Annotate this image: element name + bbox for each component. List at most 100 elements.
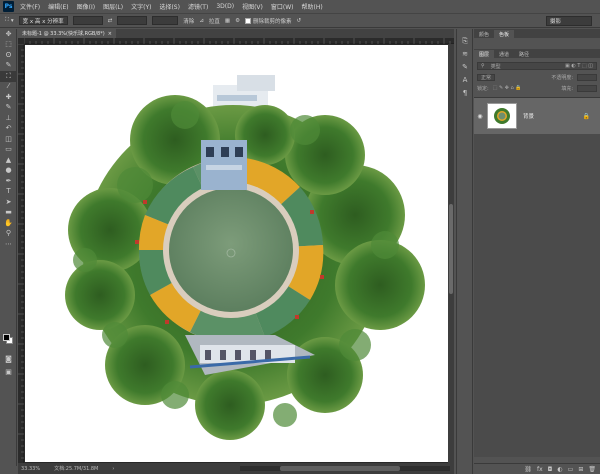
trash-icon[interactable]: 🗑	[588, 466, 596, 473]
foreground-color-swatch[interactable]	[3, 334, 10, 341]
fill-field[interactable]	[577, 84, 597, 92]
brush-panel-icon[interactable]: ✎	[457, 61, 473, 74]
crop-icon: ⛶	[5, 17, 9, 23]
ratio-select[interactable]: 宽 x 高 x 分辨率	[18, 16, 68, 25]
menu-edit[interactable]: 编辑(E)	[48, 2, 68, 11]
crop-tool-preset[interactable]: ⛶ ▾	[5, 17, 14, 24]
zoom-tool-icon[interactable]: ⚲	[0, 229, 17, 240]
menu-window[interactable]: 窗口(W)	[271, 2, 294, 11]
straighten-icon[interactable]: ⊿	[199, 18, 204, 24]
workspace-select[interactable]: 摄影	[546, 16, 592, 26]
eye-icon[interactable]: ◉	[475, 113, 485, 120]
dodge-tool-icon[interactable]: ●	[0, 166, 17, 177]
crop-tool-icon[interactable]: ⛶	[0, 71, 17, 82]
reset-icon[interactable]: ↺	[297, 18, 302, 24]
marquee-tool-icon[interactable]: ⬚	[0, 40, 17, 51]
blend-mode-select[interactable]: 正常	[477, 73, 496, 81]
opacity-label: 不透明度:	[551, 74, 573, 81]
eraser-tool-icon[interactable]: ◫	[0, 134, 17, 145]
stamp-tool-icon[interactable]: ⊥	[0, 113, 17, 124]
menu-view[interactable]: 视图(V)	[242, 2, 263, 11]
lock-icon: 🔒	[582, 112, 590, 120]
status-arrow-icon[interactable]: ›	[112, 466, 114, 472]
swap-icon[interactable]: ⇄	[108, 18, 113, 24]
history-brush-tool-icon[interactable]: ↶	[0, 124, 17, 135]
document-tab-bar: 未标题-1 @ 33.3%(快乐球,RGB/8*) ×	[18, 29, 454, 38]
zoom-level[interactable]: 33.33%	[21, 466, 40, 472]
menu-bar: Ps 文件(F) 编辑(E) 图像(I) 图层(L) 文字(Y) 选择(S) 滤…	[0, 0, 600, 13]
photoshop-logo: Ps	[3, 1, 14, 12]
menu-help[interactable]: 帮助(H)	[302, 2, 323, 11]
layers-list: ◉ 背景 🔒	[474, 97, 600, 457]
resolution-field[interactable]	[152, 16, 179, 25]
menu-type[interactable]: 文字(Y)	[131, 2, 151, 11]
tab-channels[interactable]: 通道	[494, 50, 514, 58]
shape-tool-icon[interactable]: ▬	[0, 208, 17, 219]
filter-icons[interactable]: ▣ ◐ T ⬚ ◫	[565, 63, 593, 69]
lock-row: 锁定: ⬚ ✎ ✥ ⌂ 🔒 填充:	[477, 84, 597, 92]
opacity-field[interactable]	[577, 73, 597, 81]
quick-mask-icon[interactable]: ◙	[0, 354, 17, 365]
blur-tool-icon[interactable]: ▲	[0, 155, 17, 166]
straighten-button[interactable]: 拉直	[209, 17, 220, 25]
screen-mode-icon[interactable]: ▣	[0, 367, 17, 378]
menu-select[interactable]: 选择(S)	[159, 2, 180, 11]
horizontal-scroll-thumb[interactable]	[280, 466, 400, 471]
width-field[interactable]	[72, 16, 103, 25]
tab-swatches[interactable]: 色板	[494, 30, 515, 38]
menu-filter[interactable]: 滤镜(T)	[188, 2, 208, 11]
menu-image[interactable]: 图像(I)	[77, 2, 95, 11]
healing-tool-icon[interactable]: ✚	[0, 92, 17, 103]
canvas-area[interactable]	[24, 44, 454, 463]
move-tool-icon[interactable]: ✥	[0, 29, 17, 40]
height-field[interactable]	[117, 16, 148, 25]
layer-filter[interactable]: ⚲ 类型 ▣ ◐ T ⬚ ◫	[477, 62, 597, 70]
chevron-down-icon: ▾	[10, 17, 14, 24]
layer-name[interactable]: 背景	[523, 112, 534, 120]
tiny-planet-image	[65, 75, 425, 440]
eyedropper-tool-icon[interactable]: ⁄	[0, 82, 17, 93]
history-panel-icon[interactable]: ⎘	[457, 35, 473, 48]
add-mask-icon[interactable]: ◘	[548, 466, 553, 473]
lasso-tool-icon[interactable]: ʘ	[0, 50, 17, 61]
paragraph-panel-icon[interactable]: ¶	[457, 87, 473, 100]
lock-icons[interactable]: ⬚ ✎ ✥ ⌂ 🔒	[493, 85, 522, 91]
quick-select-tool-icon[interactable]: ✎	[0, 61, 17, 72]
link-layers-icon[interactable]: ⛓	[524, 466, 532, 473]
status-bar: 33.33% 文档:25.7M/31.8M ›	[18, 463, 454, 474]
gradient-tool-icon[interactable]: ▭	[0, 145, 17, 156]
gear-icon[interactable]: ⚙	[235, 18, 240, 24]
hand-tool-icon[interactable]: ✋	[0, 218, 17, 229]
horizontal-scrollbar[interactable]	[240, 466, 450, 471]
menu-3d[interactable]: 3D(D)	[216, 3, 234, 10]
delete-cropped-checkbox[interactable]	[245, 17, 252, 24]
character-panel-icon[interactable]: A	[457, 74, 473, 87]
layer-thumbnail	[487, 103, 517, 129]
clear-button[interactable]: 清除	[183, 17, 194, 25]
more-tools-icon[interactable]: ⋯	[0, 239, 17, 250]
brush-tool-icon[interactable]: ✎	[0, 103, 17, 114]
type-tool-icon[interactable]: T	[0, 187, 17, 198]
color-panel-body	[474, 38, 600, 49]
layer-style-icon[interactable]: fx	[537, 466, 543, 473]
adjustment-layer-icon[interactable]: ◐	[557, 466, 562, 473]
path-select-tool-icon[interactable]: ➤	[0, 197, 17, 208]
document-canvas[interactable]	[25, 45, 449, 462]
layer-row[interactable]: ◉ 背景 🔒	[474, 98, 600, 134]
new-group-icon[interactable]: ▭	[568, 466, 574, 473]
pen-tool-icon[interactable]: ✒	[0, 176, 17, 187]
tab-color[interactable]: 颜色	[474, 30, 494, 38]
vertical-scroll-thumb[interactable]	[449, 204, 453, 294]
tab-paths[interactable]: 路径	[514, 50, 534, 58]
menu-file[interactable]: 文件(F)	[20, 2, 40, 11]
menu-layer[interactable]: 图层(L)	[103, 2, 123, 11]
new-layer-icon[interactable]: ⊞	[578, 466, 583, 473]
close-icon[interactable]: ×	[108, 31, 112, 37]
vertical-scrollbar[interactable]	[448, 44, 454, 463]
tab-layers[interactable]: 图层	[474, 50, 495, 58]
properties-panel-icon[interactable]: ≋	[457, 48, 473, 61]
grid-overlay-icon[interactable]: ▦	[225, 18, 230, 24]
fill-label: 填充:	[561, 85, 573, 92]
layer-kind-filter[interactable]: 类型	[491, 63, 501, 70]
document-tab[interactable]: 未标题-1 @ 33.3%(快乐球,RGB/8*) ×	[18, 29, 116, 38]
